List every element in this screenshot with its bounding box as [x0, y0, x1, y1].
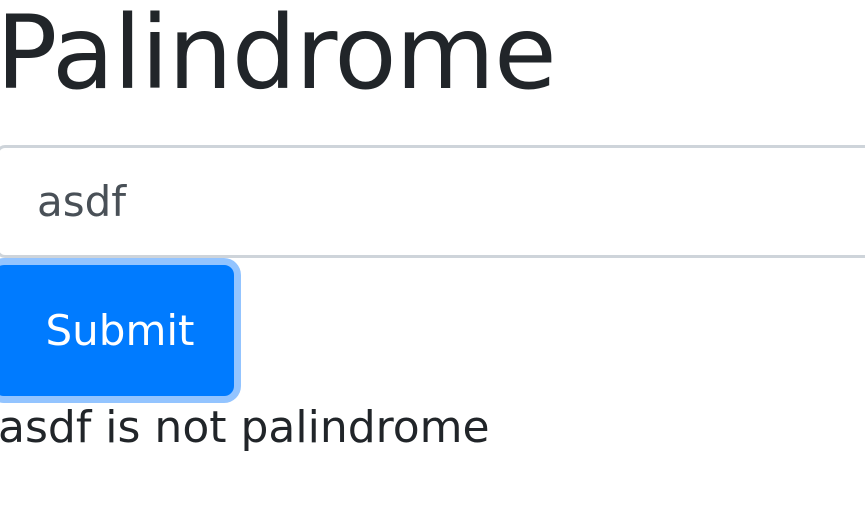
page-title: Palindrome [0, 0, 557, 113]
result-message: asdf is not palindrome [0, 402, 490, 453]
submit-button[interactable]: Submit [0, 265, 234, 396]
palindrome-input[interactable] [0, 145, 865, 258]
palindrome-page: Palindrome Submit asdf is not palindrome [0, 0, 865, 525]
